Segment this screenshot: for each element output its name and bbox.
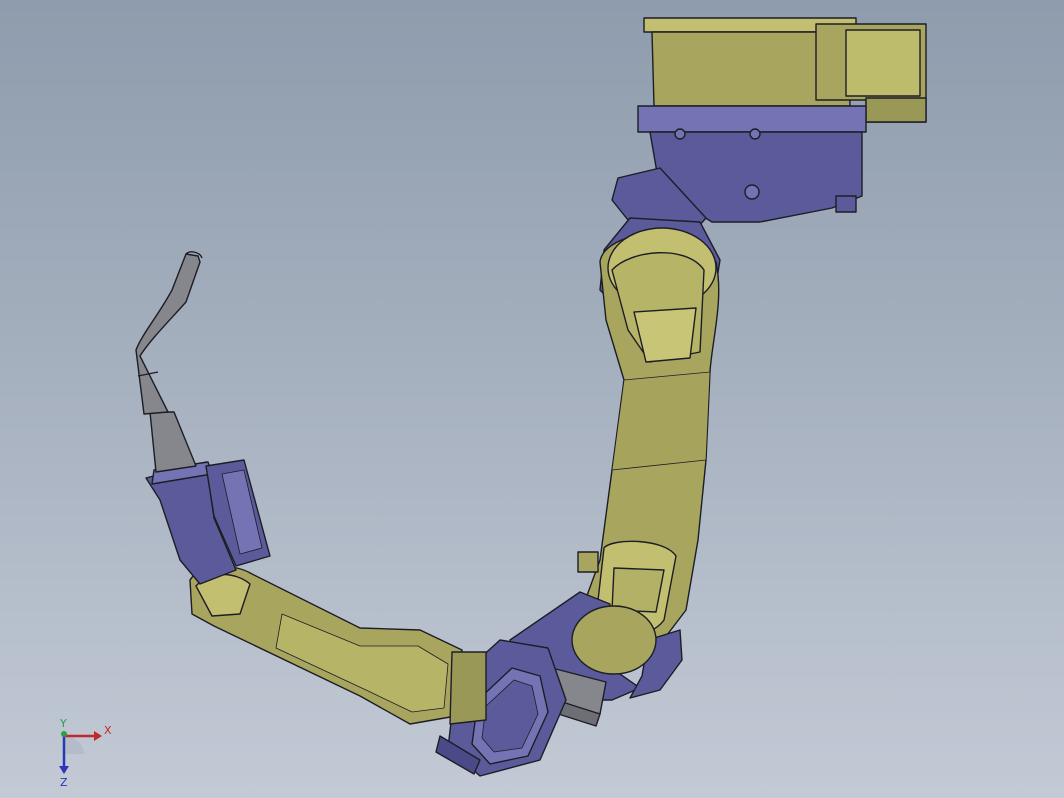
upper-arm-link[interactable] [577, 227, 720, 661]
y-axis-dot [61, 731, 67, 737]
cad-3d-viewport[interactable]: X Y Z [0, 0, 1064, 798]
tool-flange[interactable] [145, 459, 271, 585]
y-axis-label: Y [59, 717, 67, 730]
torch-neck[interactable] [135, 253, 201, 415]
torch-cone[interactable] [149, 411, 197, 473]
x-axis-arrow [94, 731, 102, 741]
forearm-link[interactable] [189, 565, 487, 725]
base-side-box-inner[interactable] [845, 29, 921, 97]
robot-arm-model[interactable] [0, 0, 1064, 798]
orientation-triad: X Y Z [59, 717, 112, 789]
z-axis-label: Z [60, 776, 68, 789]
z-axis-arrow [59, 766, 69, 774]
welding-torch[interactable] [135, 251, 203, 473]
x-axis-label: X [104, 724, 112, 737]
rotary-flange[interactable] [637, 105, 867, 133]
triad-quadrant [64, 736, 84, 754]
